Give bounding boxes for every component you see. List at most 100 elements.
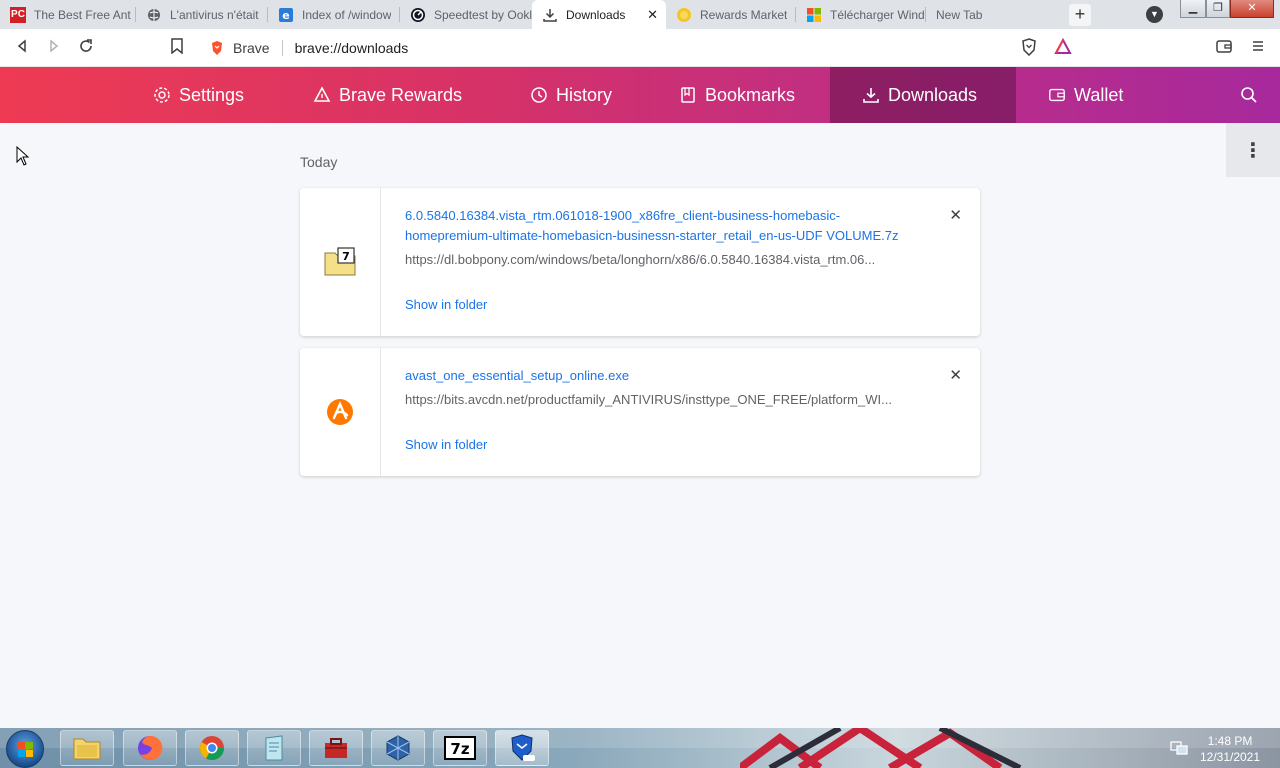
- download-filename-link[interactable]: avast_one_essential_setup_online.exe: [405, 366, 905, 386]
- tab-strip: PC The Best Free Ant L'antivirus n'était…: [0, 0, 1280, 29]
- window-close-button[interactable]: ✕: [1230, 0, 1274, 18]
- tab-title: Télécharger Wind: [830, 7, 925, 22]
- minimize-button[interactable]: ▁: [1180, 0, 1206, 18]
- wallet-icon: [1216, 40, 1232, 53]
- more-actions-button[interactable]: ⋮: [1226, 123, 1280, 177]
- system-clock[interactable]: 1:48 PM 12/31/2021: [1194, 733, 1266, 765]
- menu-button[interactable]: [1248, 38, 1268, 58]
- taskbar-virtualbox[interactable]: [371, 730, 425, 766]
- brave-nav-bar: Settings Brave Rewards History Bookmarks…: [0, 67, 1280, 123]
- taskbar-firefox[interactable]: [123, 730, 177, 766]
- bookmark-icon: [171, 38, 183, 55]
- brave-lion-icon: [212, 41, 222, 55]
- nav-wallet[interactable]: Wallet: [1048, 67, 1123, 123]
- bookmark-icon: [679, 86, 697, 104]
- restore-button[interactable]: ❐: [1206, 0, 1230, 18]
- wallet-toolbar-button[interactable]: [1214, 38, 1234, 58]
- download-source-url[interactable]: https://bits.avcdn.net/productfamily_ANT…: [405, 392, 905, 407]
- forward-arrow-icon: [50, 39, 59, 53]
- firefox-icon: [138, 735, 163, 760]
- svg-text:7: 7: [342, 250, 350, 263]
- brave-rewards-button[interactable]: [1053, 37, 1073, 58]
- tab-title: The Best Free Ant: [34, 7, 131, 22]
- tab-title: Rewards Market: [700, 7, 788, 22]
- nav-label: Downloads: [888, 84, 978, 105]
- tab-antivirus[interactable]: L'antivirus n'était: [136, 0, 268, 29]
- toolbox-icon: [325, 738, 347, 758]
- browser-toolbar: Brave brave://downloads: [0, 29, 1280, 67]
- nav-settings[interactable]: Settings: [153, 67, 244, 123]
- gear-icon: [153, 86, 171, 104]
- tab-rewards-market[interactable]: Rewards Market: [666, 0, 796, 29]
- tab-speedtest[interactable]: Speedtest by Ookla: [400, 0, 532, 29]
- tab-telecharger-windows[interactable]: Télécharger Wind: [796, 0, 926, 29]
- taskbar-explorer[interactable]: [60, 730, 114, 766]
- bookmark-button[interactable]: [167, 38, 187, 58]
- show-in-folder-link[interactable]: Show in folder: [405, 297, 487, 312]
- download-icon: [862, 86, 880, 104]
- svg-text:e: e: [282, 9, 289, 22]
- tab-title: Index of /window: [302, 7, 392, 22]
- date-section-label: Today: [300, 154, 338, 170]
- download-details: avast_one_essential_setup_online.exe htt…: [381, 348, 980, 476]
- new-tab-button[interactable]: +: [1069, 4, 1091, 26]
- taskbar-brave-beta[interactable]: [495, 730, 549, 766]
- reload-button[interactable]: [76, 38, 96, 58]
- nav-bookmarks[interactable]: Bookmarks: [679, 67, 795, 123]
- kebab-menu-icon: ⋮: [1243, 139, 1263, 162]
- close-icon[interactable]: ✕: [647, 7, 658, 23]
- tab-new-tab[interactable]: New Tab: [926, 0, 1060, 29]
- taskbar-chrome[interactable]: [185, 730, 239, 766]
- 7z-archive-icon: 7: [324, 247, 356, 276]
- tab-pcmag[interactable]: PC The Best Free Ant: [0, 0, 136, 29]
- nav-brave-rewards[interactable]: Brave Rewards: [313, 67, 462, 123]
- windows-taskbar: 7z 1:48 PM 12/31/2021: [0, 728, 1280, 768]
- search-icon[interactable]: [1240, 86, 1258, 104]
- clock-date: 12/31/2021: [1199, 750, 1261, 764]
- notepad-icon: [265, 735, 283, 761]
- file-icon-column: [300, 348, 381, 476]
- taskbar-app-5[interactable]: [309, 730, 363, 766]
- download-item: 7 6.0.5840.16384.vista_rtm.061018-1900_x…: [300, 188, 980, 336]
- folder-icon: [73, 738, 101, 760]
- rewards-icon: [676, 7, 692, 23]
- tab-index-windows[interactable]: e Index of /window: [268, 0, 400, 29]
- taskbar-7zip[interactable]: 7z: [433, 730, 487, 766]
- download-item: avast_one_essential_setup_online.exe htt…: [300, 348, 980, 476]
- download-details: 6.0.5840.16384.vista_rtm.061018-1900_x86…: [381, 188, 980, 336]
- rewards-triangle-icon: [1054, 37, 1072, 54]
- nav-history[interactable]: History: [530, 67, 612, 123]
- show-in-folder-link[interactable]: Show in folder: [405, 437, 487, 452]
- url-text[interactable]: brave://downloads: [295, 40, 409, 56]
- brave-shield-icon: [1022, 38, 1036, 57]
- nav-downloads[interactable]: Downloads: [830, 67, 1016, 123]
- site-label: Brave: [233, 40, 270, 56]
- mouse-cursor-icon: [16, 146, 30, 166]
- nav-label: Bookmarks: [705, 84, 796, 105]
- back-button[interactable]: [12, 38, 32, 58]
- svg-text:7z: 7z: [450, 740, 469, 758]
- globe-icon: [146, 7, 162, 23]
- network-icon[interactable]: [1170, 740, 1188, 756]
- taskbar-app-4[interactable]: [247, 730, 301, 766]
- wallpaper-decoration: [740, 728, 1022, 768]
- download-source-url[interactable]: https://dl.bobpony.com/windows/beta/long…: [405, 252, 905, 267]
- remove-download-button[interactable]: ✕: [949, 206, 962, 224]
- remove-download-button[interactable]: ✕: [949, 366, 962, 384]
- forward-button[interactable]: [44, 38, 64, 58]
- file-icon-column: 7: [300, 188, 381, 336]
- close-icon: ✕: [949, 207, 962, 224]
- ie-icon: e: [278, 7, 294, 23]
- download-filename-link[interactable]: 6.0.5840.16384.vista_rtm.061018-1900_x86…: [405, 206, 905, 246]
- rewards-triangle-icon: [313, 86, 331, 104]
- tab-downloads[interactable]: Downloads ✕: [532, 0, 666, 29]
- windows-logo-icon: [18, 742, 33, 757]
- tab-search-icon[interactable]: ▼: [1146, 6, 1163, 23]
- brave-shields-button[interactable]: [1019, 38, 1039, 58]
- nav-label: Wallet: [1074, 84, 1124, 105]
- microsoft-icon: [806, 7, 822, 23]
- start-button[interactable]: [6, 730, 44, 768]
- address-bar[interactable]: Brave brave://downloads: [199, 34, 1011, 62]
- download-icon: [542, 7, 558, 23]
- nav-label: History: [556, 84, 613, 105]
